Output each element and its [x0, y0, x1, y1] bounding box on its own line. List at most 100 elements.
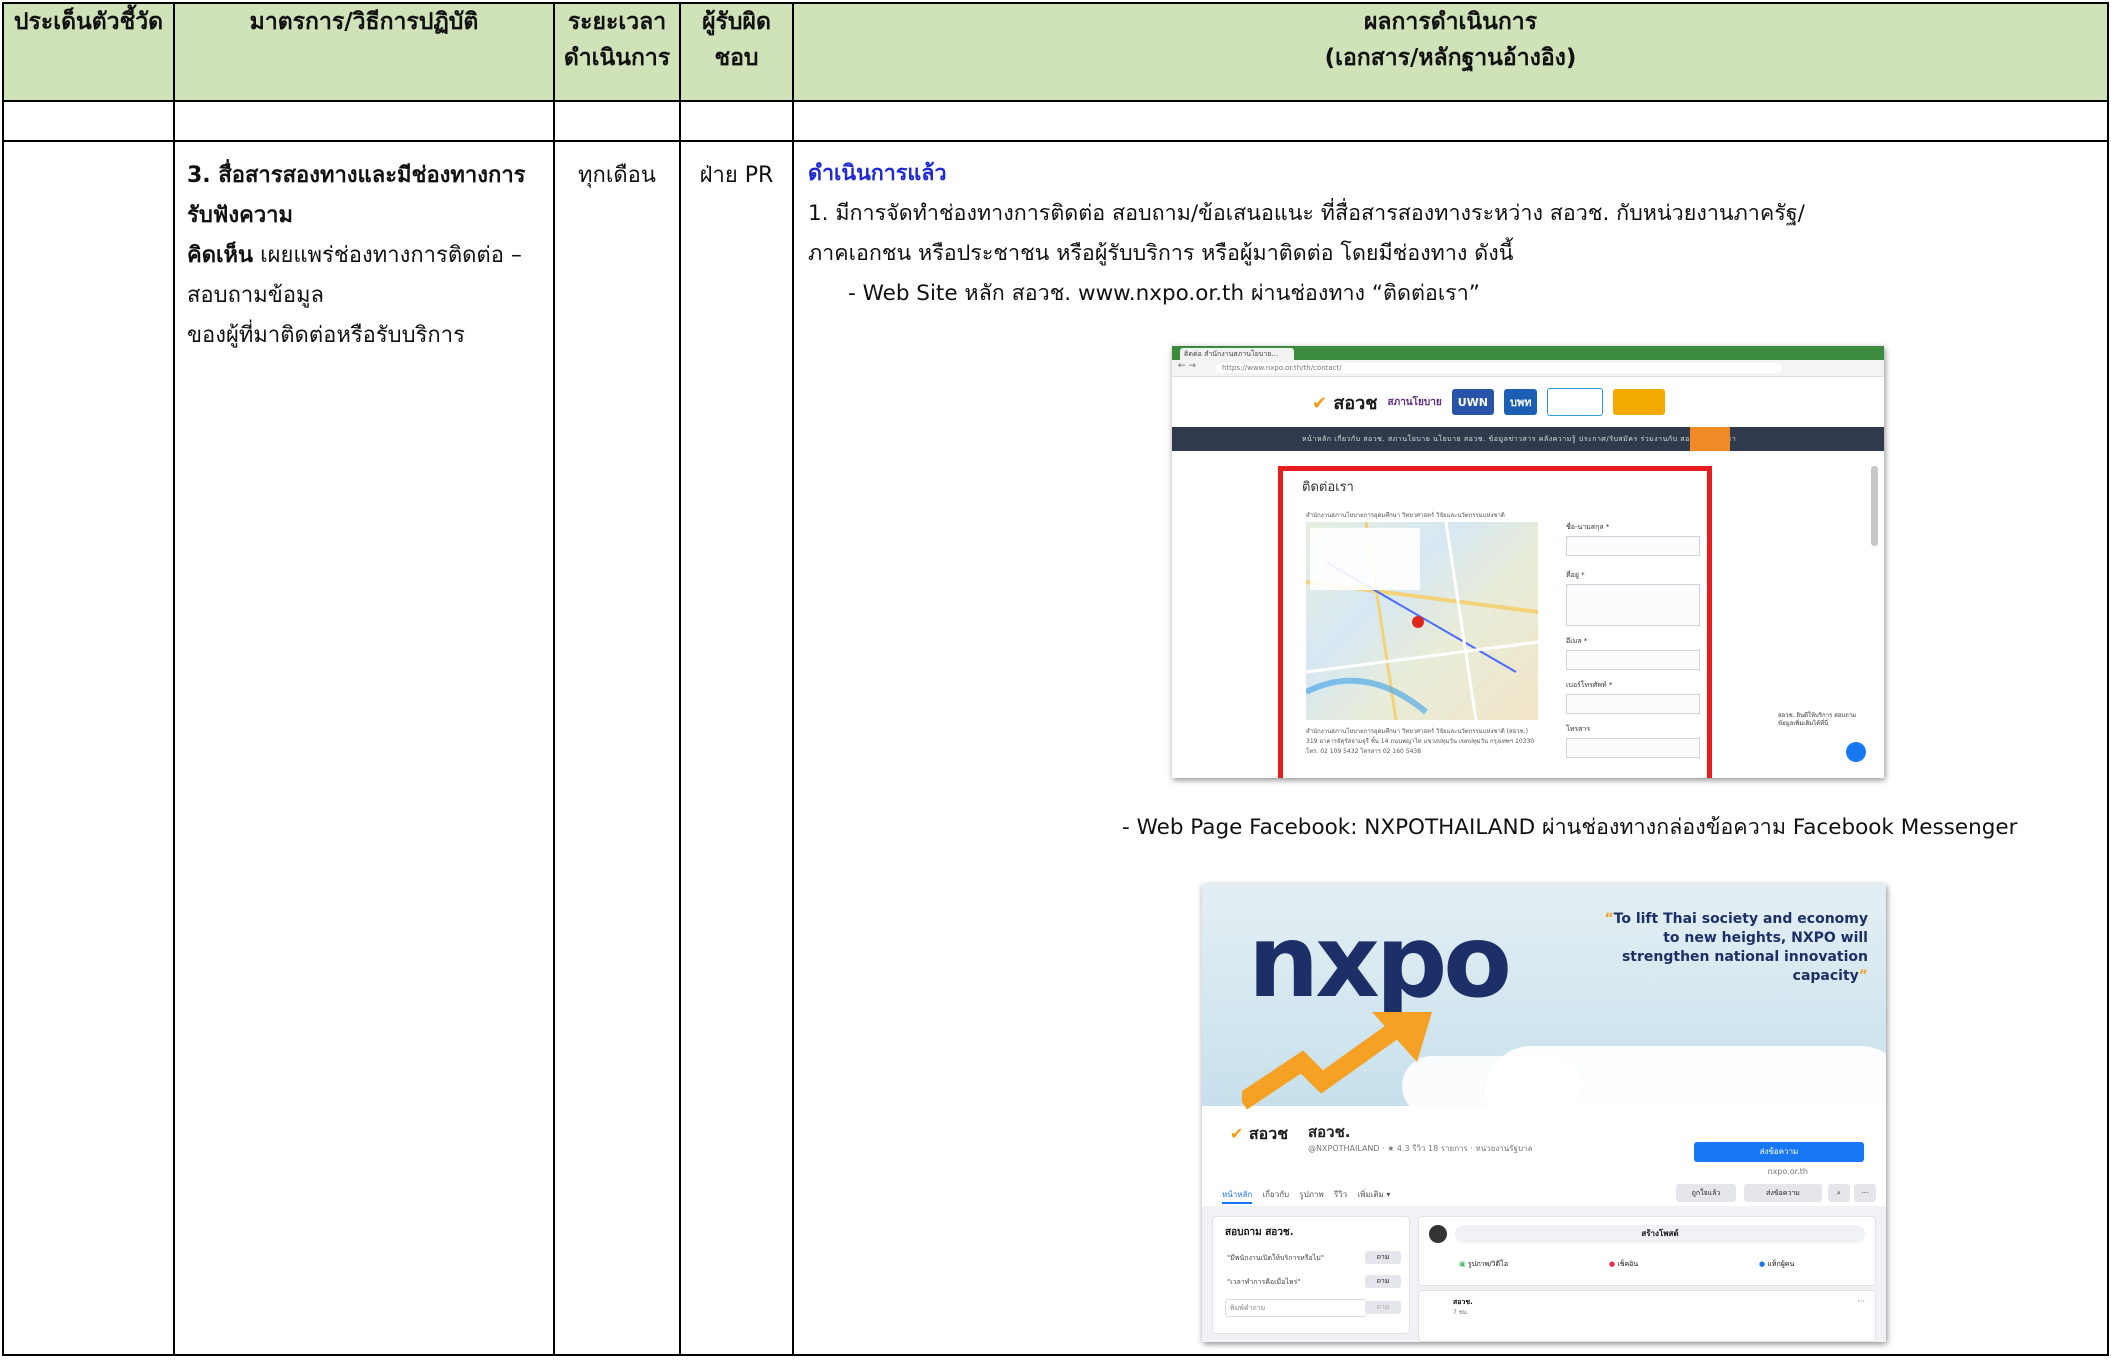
cover-quote: “To lift Thai society and economy to new…	[1604, 911, 1868, 984]
photo-icon: ▣	[1459, 1260, 1466, 1268]
page-tabs: หน้าหลัก เกี่ยวกับ รูปภาพ รีวิว เพิ่มเติ…	[1222, 1188, 1390, 1204]
tab-about[interactable]: เกี่ยวกับ	[1262, 1190, 1289, 1199]
ask-button[interactable]: ถาม	[1365, 1251, 1401, 1264]
spacer-cell	[679, 100, 794, 142]
spacer-cell	[173, 100, 555, 142]
ask-input[interactable]: พิมพ์คำถาม	[1225, 1299, 1367, 1317]
website-link[interactable]: nxpo.or.th	[1768, 1167, 1808, 1176]
post-tag-button[interactable]: ● แท็กผู้คน	[1759, 1259, 1794, 1270]
form-input-email[interactable]	[1566, 650, 1700, 670]
address-line: โทร. 02 109 5432 โทรสาร 02 160 5438	[1306, 748, 1422, 755]
website-screenshot: ติดต่อ สำนักงานสภานโยบาย... ← → https://…	[1172, 346, 1884, 778]
chat-bubble-text: สอวช. ยินดีให้บริการ สอบถามข้อมูลเพิ่มเต…	[1778, 712, 1857, 727]
ask-button[interactable]: ถาม	[1365, 1275, 1401, 1288]
bullet-website: - Web Site หลัก สอวช. www.nxpo.or.th ผ่า…	[848, 281, 1480, 306]
create-post-panel: สร้างโพสต์ ▣ รูปภาพ/วิดีโอ ● เช็คอิน ● แ…	[1418, 1216, 1876, 1286]
ask-title: สอบถาม สอวช.	[1225, 1227, 1294, 1238]
back-icon: ← →	[1178, 361, 1196, 371]
ask-question: "มีพนักงานเปิดให้บริการหรือไม่"	[1227, 1254, 1325, 1262]
site-logos: ✔ สอวช สภานโยบาย UWN บพท	[1172, 377, 1884, 427]
form-input-address[interactable]	[1566, 584, 1700, 626]
detail-line: ภาคเอกชน หรือประชาชน หรือผู้รับบริการ หร…	[808, 241, 1514, 266]
council-logo: สภานโยบาย	[1387, 396, 1442, 408]
spacer-cell	[792, 100, 2109, 142]
post-more-icon[interactable]: ···	[1857, 1297, 1865, 1306]
search-icon[interactable]: ⌕	[1828, 1184, 1850, 1202]
post-time: 7 ชม.	[1453, 1309, 1469, 1316]
indicator-cell	[2, 140, 175, 1356]
ask-question: "เวลาทำการคือเมื่อไหร่"	[1227, 1278, 1301, 1286]
browser-address-bar: ← → https://www.nxpo.or.th/th/contact/	[1172, 360, 1884, 377]
pmu-logo: บพท	[1503, 389, 1538, 415]
send-message-button[interactable]: ส่งข้อความ	[1694, 1142, 1864, 1162]
message-button[interactable]: ส่งข้อความ	[1744, 1184, 1822, 1202]
browser-tabbar: ติดต่อ สำนักงานสภานโยบาย...	[1172, 346, 1884, 360]
period-value: ทุกเดือน	[578, 163, 656, 188]
partner-logo-1	[1547, 388, 1604, 416]
measure-heading: 3. สื่อสารสองทางและมีช่องทางการรับฟังควา…	[187, 163, 526, 228]
like-button[interactable]: ถูกใจแล้ว	[1676, 1184, 1736, 1202]
owner-cell: ฝ่าย PR	[679, 140, 794, 1356]
map-embed[interactable]	[1304, 521, 1539, 721]
nxpo-wordmark: nxpo	[1248, 903, 1512, 1020]
measure-heading-cont: คิดเห็น	[187, 243, 254, 268]
form-label-name: ชื่อ-นามสกุล *	[1566, 523, 1610, 531]
address-line: สำนักงานสภานโยบายการอุดมศึกษา วิทยาศาสตร…	[1306, 728, 1528, 735]
header-period-line1: ระยะเวลา	[567, 9, 667, 35]
address-line: 319 อาคารจัตุรัสจามจุรี ชั้น 14 ถนนพญาไท…	[1306, 738, 1535, 745]
growth-arrow-icon	[1242, 1012, 1432, 1110]
header-period: ระยะเวลา ดำเนินการ	[553, 2, 681, 102]
form-label-address: ที่อยู่ *	[1566, 571, 1585, 579]
cover-photo: nxpo “To lift Thai society and economy t…	[1202, 884, 1886, 1136]
header-indicator: ประเด็นตัวชี้วัด	[2, 2, 175, 102]
owner-value: ฝ่าย PR	[699, 163, 774, 188]
ask-button[interactable]: ถาม	[1365, 1301, 1401, 1314]
header-result-line1: ผลการดำเนินการ	[1363, 9, 1538, 35]
ask-panel: สอบถาม สอวช. "มีพนักงานเปิดให้บริการหรือ…	[1212, 1216, 1410, 1334]
post-photo-button[interactable]: ▣ รูปภาพ/วิดีโอ	[1459, 1259, 1508, 1270]
header-period-line2: ดำเนินการ	[563, 45, 671, 71]
nxpo-logo: ✔ สอวช	[1312, 392, 1378, 414]
tab-photos[interactable]: รูปภาพ	[1299, 1190, 1323, 1199]
page-subtitle: @NXPOTHAILAND · ★ 4.3 รีวิว 18 รายการ · …	[1308, 1144, 1533, 1153]
form-input-fax[interactable]	[1566, 738, 1700, 758]
tag-people-icon: ●	[1759, 1260, 1766, 1268]
site-nav-text: หน้าหลัก เกี่ยวกับ สอวช. สภานโยบาย นโยบา…	[1302, 435, 1737, 443]
browser-tab: ติดต่อ สำนักงานสภานโยบาย...	[1180, 348, 1294, 360]
site-nav-active	[1690, 427, 1730, 451]
map-caption: สำนักงานสภานโยบายการอุดมศึกษา วิทยาศาสตร…	[1306, 512, 1505, 519]
create-post-input[interactable]: สร้างโพสต์	[1455, 1225, 1865, 1243]
tab-more[interactable]: เพิ่มเติม ▾	[1357, 1190, 1390, 1199]
measure-cell: 3. สื่อสารสองทางและมีช่องทางการรับฟังควา…	[173, 140, 555, 1356]
spacer-row	[2, 100, 2109, 142]
form-label-email: อีเมล *	[1566, 637, 1588, 645]
header-result-line2: (เอกสาร/หลักฐานอ้างอิง)	[1324, 45, 1577, 71]
tab-home[interactable]: หน้าหลัก	[1222, 1190, 1253, 1204]
header-result: ผลการดำเนินการ (เอกสาร/หลักฐานอ้างอิง)	[792, 2, 2109, 102]
tab-reviews[interactable]: รีวิว	[1334, 1190, 1347, 1199]
spacer-cell	[2, 100, 175, 142]
scrollbar[interactable]	[1871, 466, 1878, 546]
post-panel: สอวช. 7 ชม. ···	[1418, 1290, 1876, 1342]
header-row: ประเด็นตัวชี้วัด มาตรการ/วิธีการปฏิบัติ …	[2, 2, 2109, 102]
status-label: ดำเนินการแล้ว	[808, 161, 947, 186]
period-cell: ทุกเดือน	[553, 140, 681, 1356]
facebook-screenshot: nxpo “To lift Thai society and economy t…	[1202, 884, 1886, 1342]
form-input-phone[interactable]	[1566, 694, 1700, 714]
page-name: สอวช.	[1308, 1123, 1351, 1141]
uwn-logo: UWN	[1451, 389, 1494, 415]
browser-url: https://www.nxpo.or.th/th/contact/	[1216, 363, 1782, 373]
detail-line: 1. มีการจัดทำช่องทางการติดต่อ สอบถาม/ข้อ…	[808, 201, 1805, 226]
more-icon[interactable]: ···	[1854, 1184, 1876, 1202]
contact-title: ติดต่อเรา	[1302, 480, 1354, 495]
form-input-name[interactable]	[1566, 536, 1700, 556]
messenger-icon[interactable]	[1846, 742, 1866, 762]
map-roads-icon	[1304, 521, 1539, 721]
profile-logo: ✔ สอวช	[1216, 1112, 1302, 1156]
form-label-fax: โทรสาร	[1566, 725, 1591, 733]
post-checkin-button[interactable]: ● เช็คอิน	[1609, 1259, 1638, 1270]
form-label-phone: เบอร์โทรศัพท์ *	[1566, 681, 1613, 689]
avatar	[1429, 1225, 1447, 1243]
spacer-cell	[553, 100, 681, 142]
header-measure: มาตรการ/วิธีการปฏิบัติ	[173, 2, 555, 102]
